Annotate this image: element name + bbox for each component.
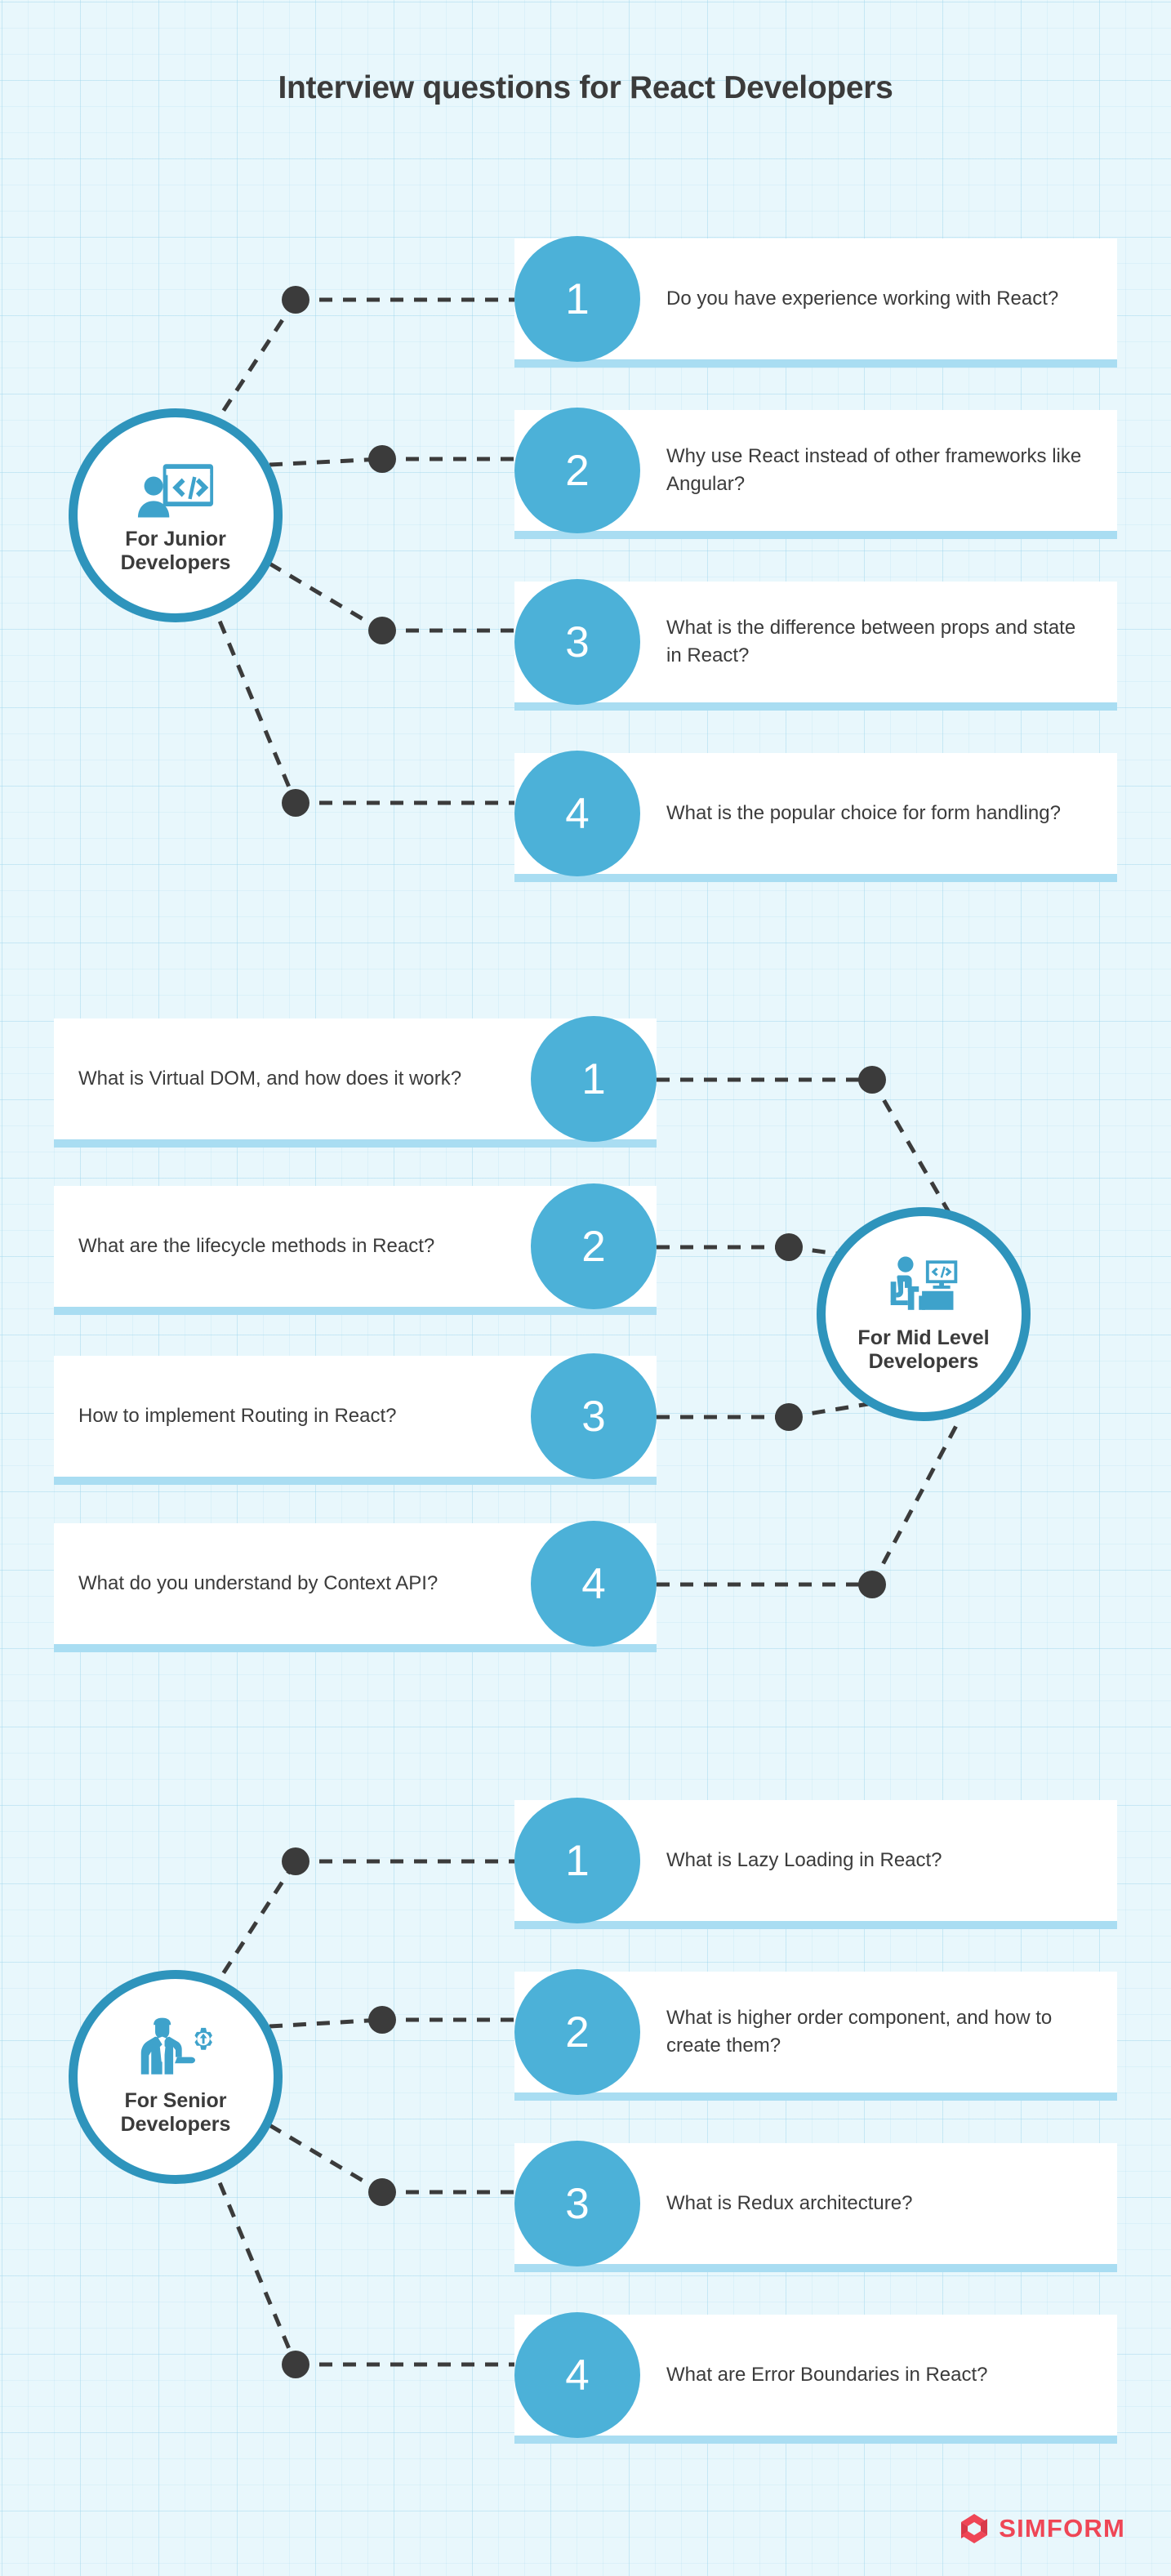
question-number: 2 bbox=[514, 1969, 640, 2095]
question-card[interactable]: 1 Do you have experience working with Re… bbox=[514, 236, 1117, 368]
person-at-desk-with-monitor-icon bbox=[890, 1256, 958, 1310]
card-underline bbox=[514, 874, 1117, 882]
card-underline bbox=[514, 2436, 1117, 2444]
question-number: 2 bbox=[514, 408, 640, 533]
question-number: 3 bbox=[514, 579, 640, 705]
card-underline bbox=[514, 359, 1117, 368]
question-card[interactable]: 2 What are the lifecycle methods in Reac… bbox=[54, 1183, 657, 1315]
question-number: 2 bbox=[531, 1183, 657, 1309]
card-underline bbox=[514, 2092, 1117, 2101]
hub-mid-label: For Mid Level Developers bbox=[846, 1326, 1000, 1375]
question-number: 3 bbox=[514, 2141, 640, 2266]
question-text: What is the difference between props and… bbox=[666, 616, 1076, 666]
question-number: 4 bbox=[514, 2312, 640, 2438]
question-text: Do you have experience working with Reac… bbox=[666, 287, 1059, 310]
card-underline bbox=[54, 1307, 657, 1315]
hub-senior-label-line2: Developers bbox=[120, 2113, 231, 2136]
question-text: What is the popular choice for form hand… bbox=[666, 801, 1061, 824]
question-card[interactable]: 3 How to implement Routing in React? bbox=[54, 1353, 657, 1485]
simform-wordmark: SIMFORM bbox=[999, 2514, 1125, 2543]
simform-s-logo-icon bbox=[961, 2514, 988, 2543]
card-underline bbox=[514, 531, 1117, 539]
question-text: How to implement Routing in React? bbox=[78, 1404, 397, 1427]
question-number: 4 bbox=[514, 751, 640, 876]
person-with-code-window-icon bbox=[137, 463, 214, 517]
question-text: What do you understand by Context API? bbox=[78, 1571, 439, 1594]
hub-junior-label: For Junior Developers bbox=[109, 528, 243, 576]
question-card[interactable]: 4 What are Error Boundaries in React? bbox=[514, 2312, 1117, 2444]
simform-logo[interactable]: SIMFORM bbox=[958, 2512, 1125, 2545]
question-number: 1 bbox=[514, 1798, 640, 1923]
question-number: 4 bbox=[531, 1521, 657, 1647]
question-number: 1 bbox=[514, 236, 640, 362]
page-title: Interview questions for React Developers bbox=[278, 70, 893, 105]
question-card[interactable]: 2 What is higher order component, and ho… bbox=[514, 1969, 1117, 2101]
hub-junior-developers[interactable]: For Junior Developers bbox=[69, 408, 283, 622]
hub-mid-label-line1: For Mid Level bbox=[857, 1326, 990, 1349]
question-card[interactable]: 3 What is Redux architecture? bbox=[514, 2141, 1117, 2272]
question-card[interactable]: 2 Why use React instead of other framewo… bbox=[514, 408, 1117, 539]
card-underline bbox=[54, 1644, 657, 1652]
question-number: 3 bbox=[531, 1353, 657, 1479]
question-card[interactable]: 4 What do you understand by Context API? bbox=[54, 1521, 657, 1652]
question-text: What are Error Boundaries in React? bbox=[666, 2363, 988, 2386]
hub-senior-label: For Senior Developers bbox=[109, 2089, 243, 2137]
hub-mid-level-developers[interactable]: For Mid Level Developers bbox=[817, 1207, 1031, 1421]
question-text: What is Redux architecture? bbox=[666, 2191, 913, 2214]
question-card[interactable]: 1 What is Virtual DOM, and how does it w… bbox=[54, 1016, 657, 1148]
card-underline bbox=[514, 2264, 1117, 2272]
question-number: 1 bbox=[531, 1016, 657, 1142]
card-underline bbox=[514, 702, 1117, 711]
question-card[interactable]: 3 What is the difference between props a… bbox=[514, 579, 1117, 711]
card-underline bbox=[514, 1921, 1117, 1929]
hub-junior-label-line2: Developers bbox=[120, 551, 231, 574]
card-underline bbox=[54, 1477, 657, 1485]
hub-senior-label-line1: For Senior bbox=[124, 2088, 227, 2112]
card-underline bbox=[54, 1139, 657, 1148]
question-text: Why use React instead of other framework… bbox=[666, 444, 1082, 495]
hub-senior-developers[interactable]: For Senior Developers bbox=[69, 1970, 283, 2184]
businessman-with-gear-icon bbox=[140, 2017, 212, 2075]
question-text: What is higher order component, and how … bbox=[666, 2006, 1053, 2057]
question-text: What are the lifecycle methods in React? bbox=[78, 1234, 435, 1257]
question-card[interactable]: 4 What is the popular choice for form ha… bbox=[514, 751, 1117, 882]
hub-junior-label-line1: For Junior bbox=[125, 527, 226, 550]
question-text: What is Lazy Loading in React? bbox=[666, 1848, 942, 1871]
question-card[interactable]: 1 What is Lazy Loading in React? bbox=[514, 1798, 1117, 1929]
hub-mid-label-line2: Developers bbox=[868, 1350, 979, 1373]
question-text: What is Virtual DOM, and how does it wor… bbox=[78, 1067, 462, 1090]
